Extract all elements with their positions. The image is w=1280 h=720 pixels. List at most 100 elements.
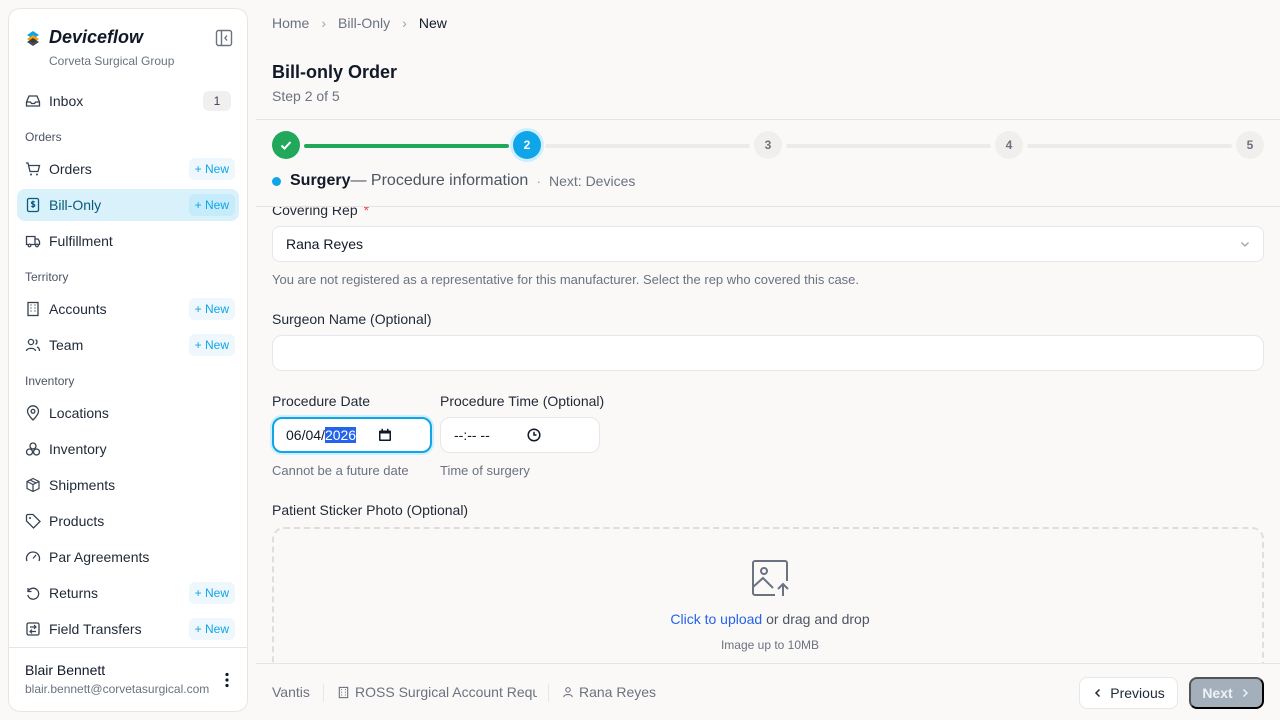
breadcrumb-bill-only[interactable]: Bill-Only	[338, 15, 390, 31]
sidebar-item-fulfillment[interactable]: Fulfillment	[17, 225, 239, 257]
procedure-date-help: Cannot be a future date	[272, 463, 409, 478]
sidebar-item-inbox[interactable]: Inbox 1	[17, 85, 239, 117]
new-label: New	[204, 302, 229, 316]
sidebar-item-label: Returns	[49, 585, 99, 601]
procedure-date-input[interactable]: 06/04/2026	[272, 417, 432, 453]
covering-rep-help: You are not registered as a representati…	[272, 272, 860, 287]
tag-icon	[25, 513, 41, 529]
sidebar-item-label: Par Agreements	[49, 549, 150, 565]
step-1-complete[interactable]	[272, 131, 300, 159]
step-line-2	[545, 144, 750, 148]
step-2-current[interactable]: 2	[513, 131, 541, 159]
more-vertical-icon[interactable]	[217, 670, 237, 690]
surgeon-name-input[interactable]	[272, 335, 1264, 371]
org-name: Corveta Surgical Group	[49, 54, 175, 68]
sidebar-item-field-transfers[interactable]: Field Transfers + New	[17, 613, 239, 645]
footer-divider	[323, 684, 324, 702]
new-label: New	[204, 622, 229, 636]
covering-rep-label: Covering Rep *	[272, 207, 369, 218]
sidebar-item-accounts[interactable]: Accounts + New	[17, 293, 239, 325]
cart-icon	[25, 161, 41, 177]
form-panel[interactable]: Covering Rep * Rana Reyes You are not reg…	[256, 207, 1280, 663]
sidebar: Deviceflow Corveta Surgical Group Inbox …	[8, 8, 248, 712]
step-separator: ·	[536, 173, 541, 189]
footer-rep: Rana Reyes	[562, 684, 656, 700]
click-to-upload-link[interactable]: Click to upload	[670, 611, 762, 627]
package-icon	[25, 477, 41, 493]
breadcrumb-home[interactable]: Home	[272, 15, 309, 31]
sidebar-item-shipments[interactable]: Shipments	[17, 469, 239, 501]
required-marker: *	[363, 207, 370, 218]
sidebar-item-inventory[interactable]: Inventory	[17, 433, 239, 465]
step-name: Surgery	[290, 172, 351, 189]
step-3[interactable]: 3	[754, 131, 782, 159]
footer-account: ROSS Surgical Account Requ	[337, 684, 537, 700]
transfer-icon	[25, 621, 41, 637]
upload-size-hint: Image up to 10MB	[720, 638, 820, 652]
brand[interactable]: Deviceflow	[25, 27, 143, 48]
sidebar-item-bill-only[interactable]: Bill-Only + New	[17, 189, 239, 221]
brand-name: Deviceflow	[49, 27, 144, 47]
step-description: — Procedure information	[350, 172, 529, 189]
truck-icon	[25, 233, 41, 249]
chevron-right-icon: ›	[321, 15, 327, 31]
step-5[interactable]: 5	[1236, 131, 1264, 159]
procedure-date-label: Procedure Date	[272, 393, 371, 409]
sticker-upload-dropzone[interactable]: Click to upload or drag and drop Image u…	[272, 527, 1264, 663]
procedure-time-input[interactable]: --:-- --	[440, 417, 600, 453]
map-pin-icon	[25, 405, 41, 421]
page-title: Bill-only Order	[272, 62, 398, 82]
current-step-dot	[272, 176, 281, 186]
sidebar-item-par-agreements[interactable]: Par Agreements	[17, 541, 239, 573]
sidebar-item-label: Accounts	[49, 301, 107, 317]
sticker-photo-label: Patient Sticker Photo (Optional)	[272, 502, 469, 518]
users-icon	[25, 337, 41, 353]
time-placeholder: --:-- --	[454, 427, 490, 443]
chevron-left-icon	[1095, 688, 1101, 698]
sidebar-item-returns[interactable]: Returns + New	[17, 577, 239, 609]
gauge-icon	[25, 549, 41, 565]
chevron-right-icon: ›	[402, 15, 407, 31]
footer-divider	[548, 684, 549, 702]
orders-new-button[interactable]: + New	[188, 158, 235, 180]
returns-new-button[interactable]: + New	[188, 582, 235, 604]
team-new-button[interactable]: + New	[188, 334, 235, 356]
sidebar-collapse-icon[interactable]	[215, 29, 233, 47]
building-icon	[25, 301, 41, 317]
covering-rep-select[interactable]: Rana Reyes	[272, 226, 1264, 262]
section-orders: Orders	[25, 130, 62, 144]
user-profile[interactable]: Blair Bennett blair.bennett@corvetasurgi…	[9, 647, 247, 711]
upload-instructions: Click to upload or drag and drop	[274, 611, 1266, 627]
breadcrumb: Home › Bill-Only › New	[272, 15, 447, 31]
breadcrumb-current: New	[418, 15, 447, 31]
sidebar-item-label: Fulfillment	[49, 233, 113, 249]
sidebar-item-label: Locations	[49, 405, 109, 421]
sidebar-item-label: Shipments	[49, 477, 116, 493]
accounts-new-button[interactable]: + New	[188, 298, 235, 320]
sidebar-item-orders[interactable]: Orders + New	[17, 153, 239, 185]
calendar-icon[interactable]	[378, 428, 392, 442]
sidebar-item-locations[interactable]: Locations	[17, 397, 239, 429]
bill-only-new-button[interactable]: + New	[188, 194, 235, 216]
new-label: New	[204, 586, 229, 600]
next-button[interactable]: Next	[1189, 677, 1264, 709]
footer-manufacturer: Vantis	[272, 684, 310, 700]
date-year-selected: 2026	[324, 427, 357, 443]
new-label: New	[204, 198, 229, 212]
check-icon	[280, 141, 292, 150]
step-4[interactable]: 4	[995, 131, 1023, 159]
sidebar-item-label: Team	[49, 337, 84, 353]
image-upload-icon	[752, 560, 789, 596]
user-icon	[563, 687, 573, 698]
field-transfers-new-button[interactable]: + New	[188, 618, 235, 640]
step-line-4	[1027, 144, 1232, 148]
sidebar-item-label: Products	[49, 513, 105, 529]
sidebar-item-team[interactable]: Team + New	[17, 329, 239, 361]
sidebar-item-label: Field Transfers	[49, 621, 142, 637]
sidebar-item-products[interactable]: Products	[17, 505, 239, 537]
previous-button[interactable]: Previous	[1079, 677, 1178, 709]
receipt-dollar-icon	[25, 197, 41, 213]
step-line-3	[786, 144, 991, 148]
clock-icon[interactable]	[527, 428, 541, 442]
surgeon-name-label: Surgeon Name (Optional)	[272, 311, 432, 327]
